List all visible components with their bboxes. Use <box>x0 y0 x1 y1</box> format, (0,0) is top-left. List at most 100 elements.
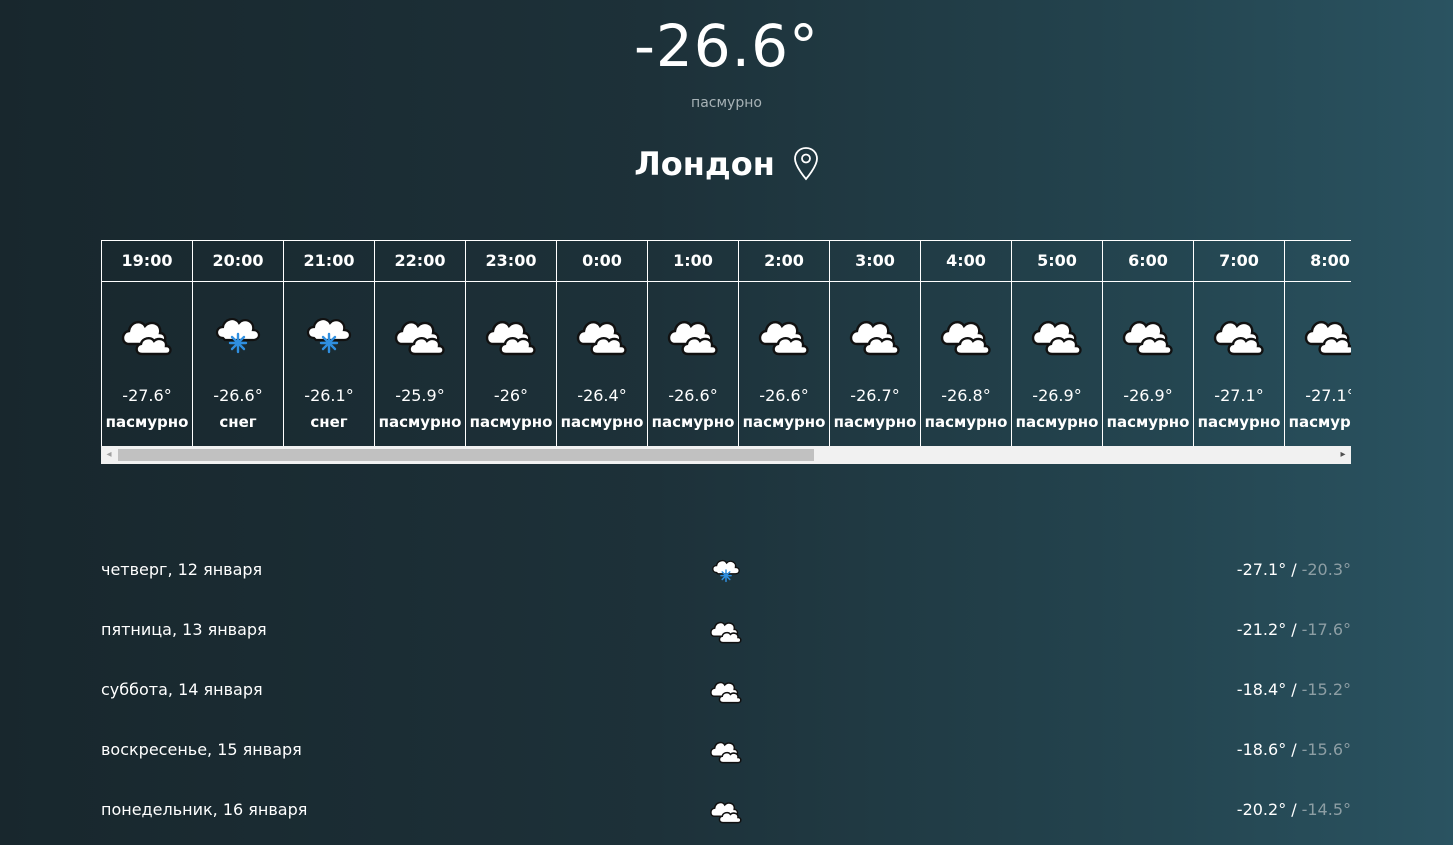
hour-time: 23:00 <box>466 240 556 282</box>
hour-temperature: -26.6° <box>213 386 263 405</box>
day-date: суббота, 14 января <box>101 680 263 699</box>
overcast-cloud-icon <box>484 312 538 356</box>
overcast-cloud-icon <box>666 312 720 356</box>
hour-time: 4:00 <box>921 240 1011 282</box>
hour-condition: пасмурно <box>833 413 917 431</box>
day-min-temp: -18.6° <box>1236 740 1287 759</box>
hour-temperature: -25.9° <box>395 386 445 405</box>
hour-temperature: -26.4° <box>577 386 627 405</box>
hour-column: 4:00 -26.8° пасмурно <box>920 240 1011 446</box>
hour-column: 23:00 -26° пасмурно <box>465 240 556 446</box>
day-max-temp: -14.5° <box>1301 800 1351 819</box>
hour-condition: пасмурно <box>105 413 189 431</box>
snow-cloud-icon <box>302 312 356 356</box>
overcast-cloud-icon <box>1303 312 1351 356</box>
day-max-temp: -15.6° <box>1301 740 1351 759</box>
daily-row: воскресенье, 15 января -18.6° / -15.6° <box>101 720 1351 780</box>
temp-separator: / <box>1291 620 1297 639</box>
hour-time: 21:00 <box>284 240 374 282</box>
daily-row: пятница, 13 января -21.2° / -17.6° <box>101 600 1351 660</box>
day-date: четверг, 12 января <box>101 560 263 579</box>
location-pin-icon[interactable] <box>793 146 819 182</box>
current-temperature: -26.6° <box>633 12 820 80</box>
hour-temperature: -26.6° <box>759 386 809 405</box>
day-date: пятница, 13 января <box>101 620 267 639</box>
overcast-cloud-icon <box>120 312 174 356</box>
day-max-temp: -15.2° <box>1301 680 1351 699</box>
hour-condition: пасмурно <box>651 413 735 431</box>
hour-temperature: -26.1° <box>304 386 354 405</box>
hour-column: 6:00 -26.9° пасмурно <box>1102 240 1193 446</box>
city-name: Лондон <box>634 145 775 183</box>
day-min-temp: -18.4° <box>1236 680 1287 699</box>
hour-condition: пасмурно <box>742 413 826 431</box>
hour-condition: пасмурно <box>378 413 462 431</box>
day-date: понедельник, 16 января <box>101 800 308 819</box>
scroll-left-arrow-icon[interactable]: ◂ <box>101 446 117 464</box>
hour-condition: пасмурно <box>924 413 1008 431</box>
overcast-cloud-icon <box>1121 312 1175 356</box>
hour-temperature: -26.8° <box>941 386 991 405</box>
day-temperatures: -21.2° / -17.6° <box>1237 620 1351 639</box>
hour-temperature: -27.1° <box>1214 386 1264 405</box>
hour-column: 7:00 -27.1° пасмурно <box>1193 240 1284 446</box>
overcast-cloud-icon <box>709 796 743 824</box>
hour-column: 22:00 -25.9° пасмурно <box>374 240 465 446</box>
hour-column: 5:00 -26.9° пасмурно <box>1011 240 1102 446</box>
snow-cloud-icon <box>211 312 265 356</box>
daily-row: суббота, 14 января -18.4° / -15.2° <box>101 660 1351 720</box>
hourly-track: 19:00 -27.6° пасмурно 20:00 -26.6° снег 21:00 -… <box>101 240 1351 446</box>
hour-condition: пасмурно <box>1106 413 1190 431</box>
hour-time: 19:00 <box>102 240 192 282</box>
hour-column: 0:00 -26.4° пасмурно <box>556 240 647 446</box>
hour-time: 6:00 <box>1103 240 1193 282</box>
hour-time: 5:00 <box>1012 240 1102 282</box>
temp-separator: / <box>1291 800 1297 819</box>
hour-column: 1:00 -26.6° пасмурно <box>647 240 738 446</box>
daily-row: четверг, 12 января -27.1° / -20.3° <box>101 540 1351 600</box>
hour-condition: снег <box>219 413 257 431</box>
hour-condition: пасмурно <box>1288 413 1351 431</box>
temp-separator: / <box>1291 680 1297 699</box>
day-min-temp: -27.1° <box>1236 560 1287 579</box>
horizontal-scrollbar[interactable]: ◂ ▸ <box>101 446 1351 464</box>
current-condition: пасмурно <box>691 95 762 111</box>
day-min-temp: -20.2° <box>1236 800 1287 819</box>
overcast-cloud-icon <box>575 312 629 356</box>
hour-condition: снег <box>310 413 348 431</box>
overcast-cloud-icon <box>757 312 811 356</box>
hour-temperature: -26.9° <box>1032 386 1082 405</box>
overcast-cloud-icon <box>709 616 743 644</box>
overcast-cloud-icon <box>1212 312 1266 356</box>
day-temperatures: -20.2° / -14.5° <box>1237 800 1351 819</box>
overcast-cloud-icon <box>709 676 743 704</box>
overcast-cloud-icon <box>709 736 743 764</box>
scroll-right-arrow-icon[interactable]: ▸ <box>1335 446 1351 464</box>
hour-temperature: -27.6° <box>122 386 172 405</box>
hour-condition: пасмурно <box>1015 413 1099 431</box>
hour-condition: пасмурно <box>560 413 644 431</box>
hour-column: 3:00 -26.7° пасмурно <box>829 240 920 446</box>
hour-column: 20:00 -26.6° снег <box>192 240 283 446</box>
hour-time: 7:00 <box>1194 240 1284 282</box>
day-min-temp: -21.2° <box>1236 620 1287 639</box>
overcast-cloud-icon <box>848 312 902 356</box>
snow-cloud-icon <box>709 556 743 584</box>
hour-condition: пасмурно <box>1197 413 1281 431</box>
day-temperatures: -18.6° / -15.6° <box>1237 740 1351 759</box>
hour-column: 8:00 -27.1° пасмурно <box>1284 240 1351 446</box>
day-max-temp: -20.3° <box>1301 560 1351 579</box>
hour-time: 8:00 <box>1285 240 1351 282</box>
hour-time: 0:00 <box>557 240 647 282</box>
overcast-cloud-icon <box>393 312 447 356</box>
hour-temperature: -26.6° <box>668 386 718 405</box>
hour-temperature: -26.9° <box>1123 386 1173 405</box>
hour-time: 1:00 <box>648 240 738 282</box>
temp-separator: / <box>1291 740 1297 759</box>
hour-column: 2:00 -26.6° пасмурно <box>738 240 829 446</box>
hour-column: 19:00 -27.6° пасмурно <box>101 240 192 446</box>
scroll-thumb[interactable] <box>118 449 814 461</box>
daily-row: понедельник, 16 января -20.2° / -14.5° <box>101 780 1351 840</box>
hourly-forecast[interactable]: 19:00 -27.6° пасмурно 20:00 -26.6° снег 21:00 -… <box>101 240 1351 464</box>
hour-temperature: -26° <box>493 386 529 405</box>
